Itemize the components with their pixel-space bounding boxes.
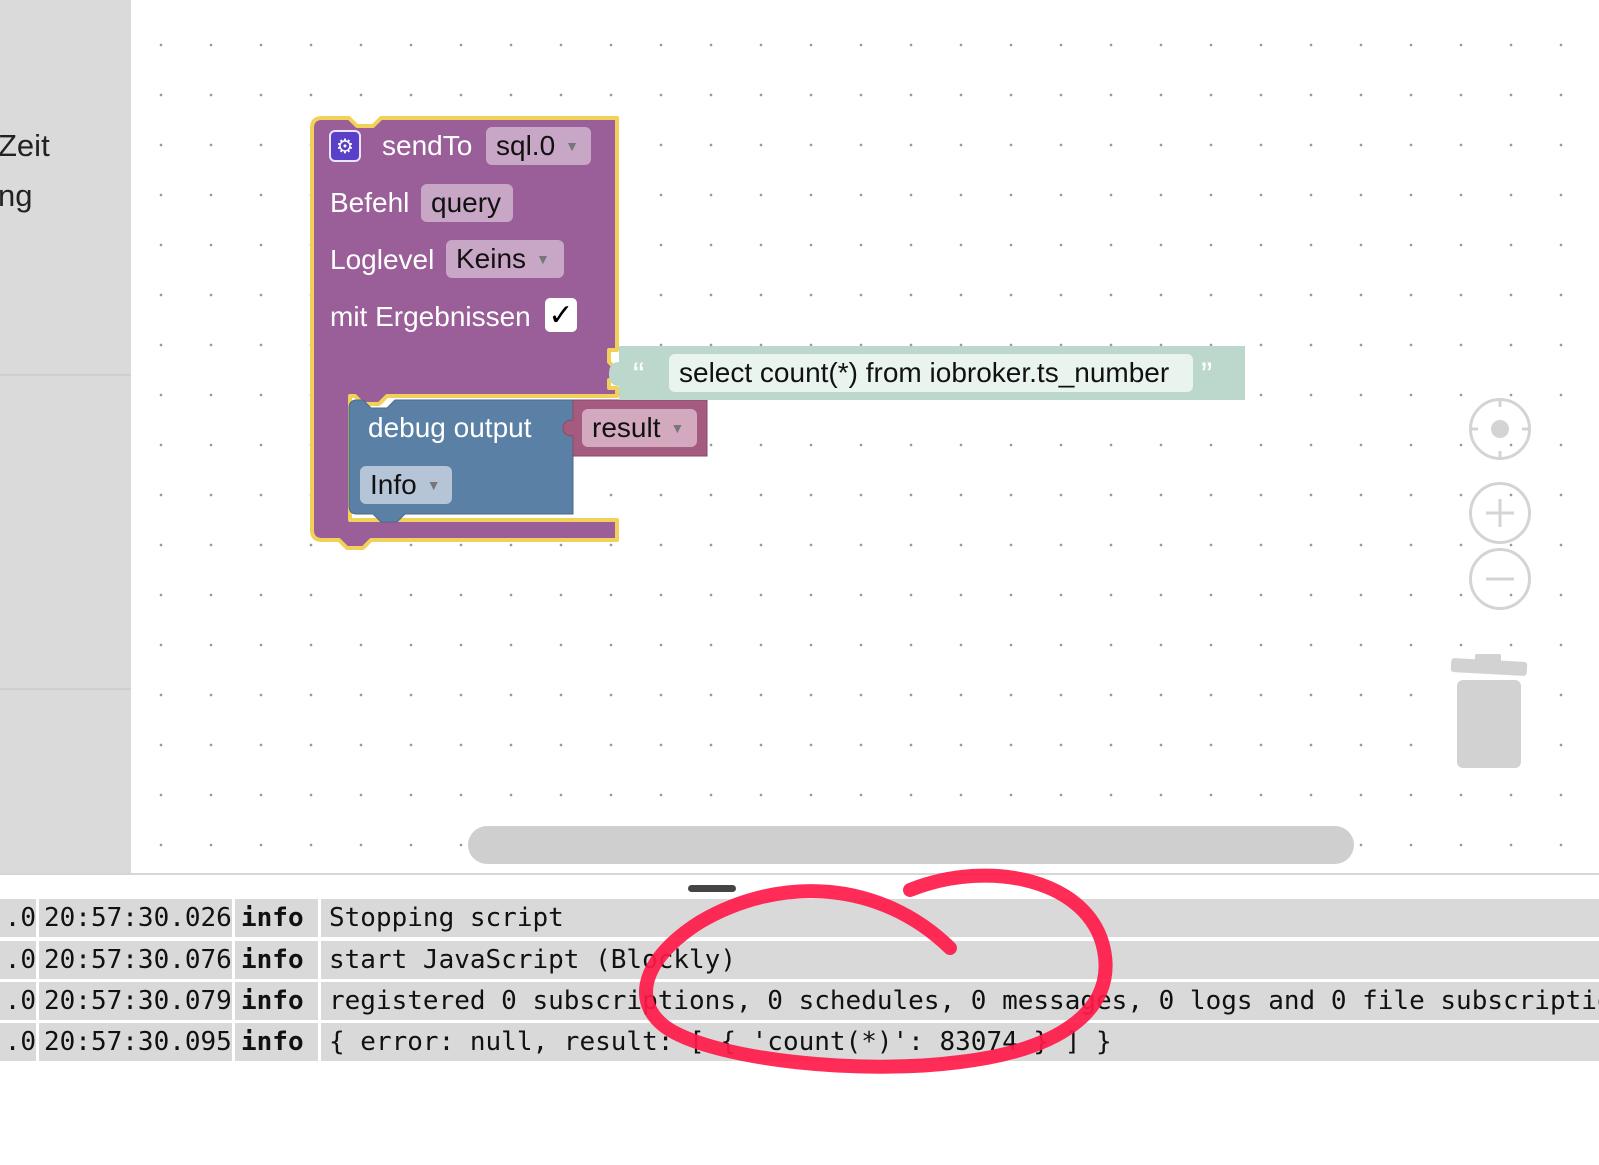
close-quote-icon: ” — [1201, 356, 1213, 394]
log-level: info — [232, 899, 318, 937]
log-message: start JavaScript (Blockly) — [318, 941, 1599, 979]
result-variable-dropdown[interactable]: result ▼ — [582, 409, 697, 447]
debug-level-dropdown[interactable]: Info ▼ — [360, 466, 452, 504]
log-message: registered 0 subscriptions, 0 schedules,… — [318, 982, 1599, 1020]
resize-handle[interactable] — [688, 885, 736, 892]
open-quote-icon: “ — [633, 356, 645, 394]
log-message: { error: null, result: [ { 'count(*)': 8… — [318, 1023, 1599, 1061]
log-level: info — [232, 1023, 318, 1061]
log-source: .0 — [4, 1027, 36, 1057]
log-source: .0 — [4, 945, 36, 975]
instance-dropdown[interactable]: sql.0 ▼ — [486, 127, 591, 165]
debug-output-label: debug output — [368, 412, 532, 443]
log-row: .0 20:57:30.026 info Stopping script — [0, 899, 1599, 937]
log-time: 20:57:30.026 — [36, 899, 232, 937]
query-text-field[interactable]: select count(*) from iobroker.ts_number — [669, 354, 1193, 392]
chevron-down-icon: ▼ — [426, 477, 441, 493]
chevron-down-icon: ▼ — [565, 138, 580, 154]
log-source: .0 — [4, 986, 36, 1016]
query-text-value: select count(*) from iobroker.ts_number — [679, 357, 1170, 388]
sidebar-item-zeit[interactable]: Zeit — [0, 128, 50, 164]
chevron-down-icon: ▼ — [670, 420, 685, 436]
results-checkbox[interactable]: ✓ — [545, 298, 577, 332]
loglevel-dropdown[interactable]: Keins ▼ — [446, 240, 564, 278]
command-label: Befehl — [330, 187, 410, 218]
trash-icon[interactable] — [1441, 654, 1531, 774]
log-source: .0 — [4, 903, 36, 933]
log-message: Stopping script — [318, 899, 1599, 937]
log-level: info — [232, 941, 318, 979]
log-level: info — [232, 982, 318, 1020]
log-time: 20:57:30.079 — [36, 982, 232, 1020]
command-field[interactable]: query — [421, 184, 513, 222]
horizontal-scrollbar[interactable] — [468, 826, 1354, 864]
log-panel: .0 20:57:30.026 info Stopping script .0 … — [0, 873, 1599, 1165]
sidebar-item-partial[interactable]: ng — [0, 178, 32, 214]
instance-value: sql.0 — [496, 130, 556, 161]
sidebar-divider — [0, 688, 131, 690]
loglevel-value: Keins — [456, 243, 527, 274]
sidebar-divider — [0, 374, 131, 376]
log-row: .0 20:57:30.076 info start JavaScript (B… — [0, 941, 1599, 979]
gear-icon[interactable]: ⚙ — [329, 130, 361, 162]
blockly-workspace[interactable]: ⚙ sendTo sql.0 ▼ Befehl query Loglevel K… — [131, 0, 1599, 873]
log-time: 20:57:30.076 — [36, 941, 232, 979]
results-label: mit Ergebnissen — [330, 301, 531, 332]
chevron-down-icon: ▼ — [536, 251, 550, 267]
sendto-label: sendTo — [382, 130, 473, 161]
log-time: 20:57:30.095 — [36, 1023, 232, 1061]
toolbox-sidebar: Zeit ng — [0, 0, 131, 873]
log-row: .0 20:57:30.095 info { error: null, resu… — [0, 1023, 1599, 1061]
recenter-icon[interactable] — [1469, 398, 1531, 460]
log-row: .0 20:57:30.079 info registered 0 subscr… — [0, 982, 1599, 1020]
command-value: query — [431, 187, 502, 218]
zoom-in-icon[interactable] — [1469, 482, 1531, 544]
debug-level-value: Info — [370, 469, 417, 500]
result-variable-value: result — [592, 412, 661, 443]
loglevel-label: Loglevel — [330, 244, 435, 275]
zoom-out-icon[interactable] — [1469, 548, 1531, 610]
